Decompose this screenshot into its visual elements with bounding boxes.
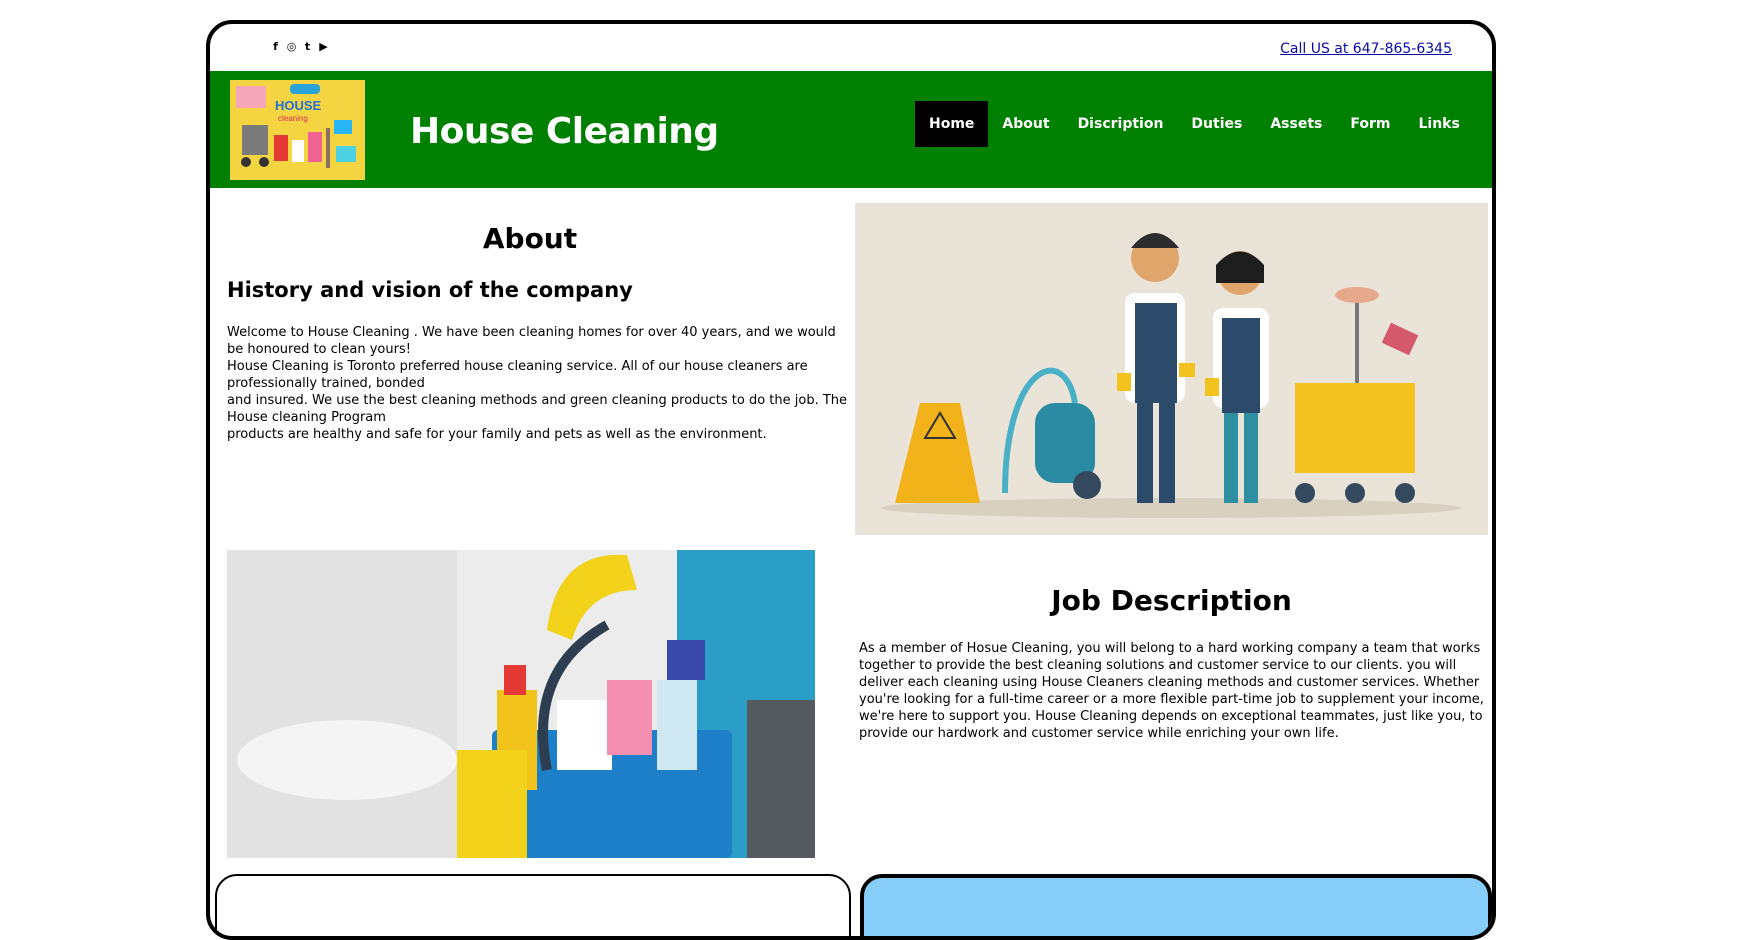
- nav-assets[interactable]: Assets: [1256, 101, 1336, 147]
- logo-title: HOUSE: [275, 98, 322, 113]
- about-text: Welcome to House Cleaning . We have been…: [227, 324, 852, 443]
- nav-discription[interactable]: Discription: [1064, 101, 1178, 147]
- youtube-icon[interactable]: ▶: [317, 40, 330, 53]
- nav-duties[interactable]: Duties: [1177, 101, 1256, 147]
- job-description-text: As a member of Hosue Cleaning, you will …: [859, 641, 1484, 741]
- twitter-icon[interactable]: t: [301, 40, 314, 53]
- about-heading: About: [482, 222, 578, 255]
- house-cleaning-logo[interactable]: HOUSE cleaning: [230, 80, 365, 180]
- logo-subtitle: cleaning: [278, 114, 308, 123]
- about-paragraph: and insured. We use the best cleaning me…: [227, 393, 848, 425]
- site-header: HOUSE cleaning House Cleaning Home About…: [210, 71, 1492, 188]
- site-title: House Cleaning: [410, 111, 719, 152]
- cleaning-bucket-photo: [227, 550, 815, 858]
- nav-home[interactable]: Home: [915, 101, 989, 147]
- social-icons: f ◎ t ▶: [269, 40, 330, 53]
- job-description-heading: Job Description: [1051, 584, 1292, 617]
- facebook-icon[interactable]: f: [269, 40, 282, 53]
- about-paragraph: Welcome to House Cleaning . We have been…: [227, 325, 836, 357]
- cleaners-illustration: [855, 203, 1488, 535]
- page-frame: f ◎ t ▶ Call US at 647-865-6345 HOUSE cl…: [206, 20, 1496, 940]
- main-nav: Home About Discription Duties Assets For…: [915, 101, 1474, 147]
- logo-illustration: HOUSE cleaning: [230, 80, 365, 180]
- history-heading: History and vision of the company: [227, 278, 633, 302]
- instagram-icon[interactable]: ◎: [285, 40, 298, 53]
- nav-links[interactable]: Links: [1404, 101, 1473, 147]
- nav-about[interactable]: About: [988, 101, 1063, 147]
- top-bar: f ◎ t ▶ Call US at 647-865-6345: [210, 24, 1492, 71]
- nav-form[interactable]: Form: [1336, 101, 1404, 147]
- left-card: [215, 874, 851, 936]
- about-paragraph: House Cleaning is Toronto preferred hous…: [227, 359, 808, 391]
- about-paragraph: products are healthy and safe for your f…: [227, 427, 767, 442]
- right-card: [860, 874, 1492, 936]
- call-us-link[interactable]: Call US at 647-865-6345: [1280, 41, 1452, 57]
